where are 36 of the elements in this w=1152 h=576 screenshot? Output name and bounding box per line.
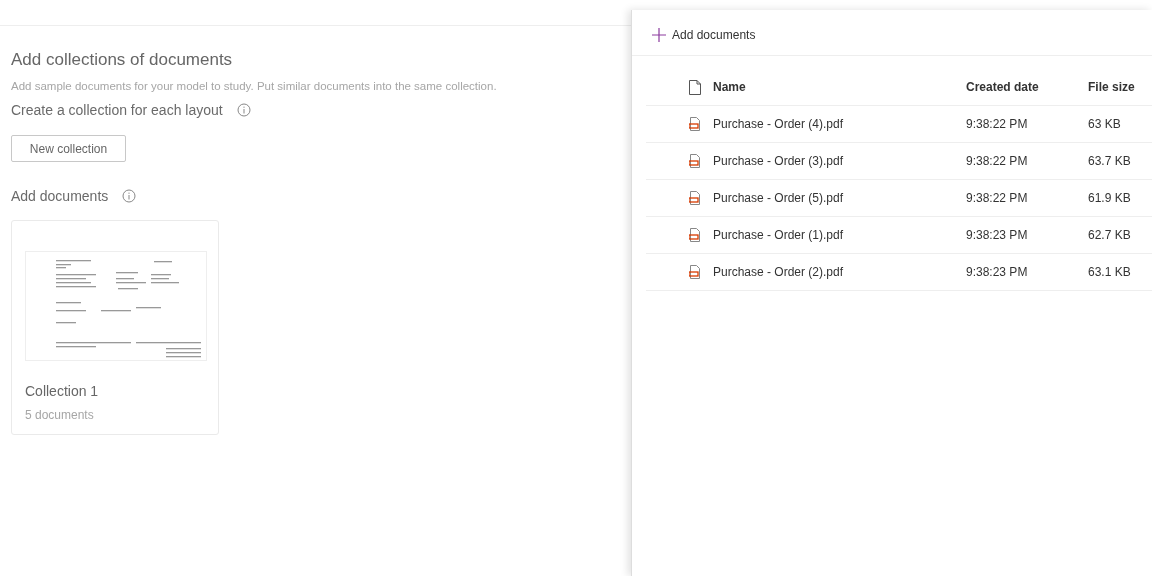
created-date: 9:38:23 PM xyxy=(966,265,1028,279)
info-icon[interactable] xyxy=(122,189,137,203)
pdf-file-icon xyxy=(689,154,701,169)
new-collection-button[interactable]: New collection xyxy=(11,135,126,162)
collection-name: Collection 1 xyxy=(25,383,100,399)
collection-card[interactable]: Collection 1 5 documents xyxy=(11,220,219,435)
page-description: Add sample documents for your model to study. Put similar documents into the same collection. xyxy=(11,80,498,92)
file-size: 62.7 KB xyxy=(1088,228,1131,242)
document-count: 5 documents xyxy=(25,408,95,422)
created-date: 9:38:22 PM xyxy=(966,117,1028,131)
created-date: 9:38:22 PM xyxy=(966,154,1028,168)
file-size: 63.7 KB xyxy=(1088,154,1131,168)
file-name[interactable]: Purchase - Order (4).pdf xyxy=(713,117,844,131)
file-icon xyxy=(689,79,701,95)
section-heading: Create a collection for each layout xyxy=(11,102,223,118)
file-size: 63 KB xyxy=(1088,117,1121,131)
section-heading: Add documents xyxy=(11,188,109,204)
pdf-file-icon xyxy=(689,117,701,132)
created-date: 9:38:23 PM xyxy=(966,228,1028,242)
pdf-file-icon xyxy=(689,228,701,243)
add-documents-button[interactable]: Add documents xyxy=(652,27,756,42)
column-header[interactable]: Created date xyxy=(966,80,1039,94)
pdf-file-icon xyxy=(689,265,701,280)
file-size: 61.9 KB xyxy=(1088,191,1131,205)
column-header[interactable]: Name xyxy=(713,80,746,94)
file-size: 63.1 KB xyxy=(1088,265,1131,279)
file-name[interactable]: Purchase - Order (3).pdf xyxy=(713,154,844,168)
file-name[interactable]: Purchase - Order (2).pdf xyxy=(713,265,844,279)
pdf-file-icon xyxy=(689,191,701,206)
page-title: Add collections of documents xyxy=(11,50,234,70)
created-date: 9:38:22 PM xyxy=(966,191,1028,205)
column-header[interactable]: File size xyxy=(1088,80,1135,94)
file-name[interactable]: Purchase - Order (1).pdf xyxy=(713,228,844,242)
info-icon[interactable] xyxy=(236,103,251,117)
file-name[interactable]: Purchase - Order (5).pdf xyxy=(713,191,844,205)
plus-icon xyxy=(652,27,666,42)
